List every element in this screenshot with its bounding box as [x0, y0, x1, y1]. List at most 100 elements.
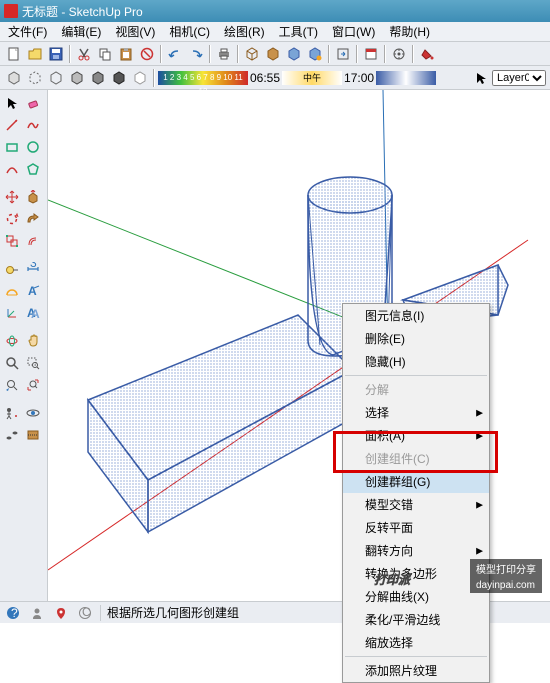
undo-button[interactable] — [165, 44, 185, 64]
style-shaded2-button[interactable] — [67, 68, 87, 88]
user-icon[interactable] — [28, 604, 46, 622]
style-mono-button[interactable] — [109, 68, 129, 88]
position-camera-tool[interactable] — [2, 403, 22, 423]
ctx-zoom-selection[interactable]: 缩放选择 — [343, 631, 489, 654]
text-tool[interactable]: A — [23, 281, 43, 301]
submenu-arrow-icon: ▶ — [476, 499, 483, 510]
select-tool[interactable] — [2, 93, 22, 113]
geo-icon[interactable] — [52, 604, 70, 622]
svg-text:3': 3' — [30, 262, 39, 270]
menu-window[interactable]: 窗口(W) — [326, 21, 381, 42]
model-info-button[interactable] — [242, 44, 262, 64]
component-options-button[interactable] — [305, 44, 325, 64]
zoom-tool[interactable] — [2, 353, 22, 373]
style-shaded-button[interactable] — [4, 68, 24, 88]
rectangle-tool[interactable] — [2, 137, 22, 157]
context-menu: 图元信息(I) 删除(E) 隐藏(H) 分解 选择▶ 面积(A)▶ 创建组件(C… — [342, 303, 490, 683]
component-button[interactable] — [284, 44, 304, 64]
line-tool[interactable] — [2, 115, 22, 135]
layer-dropdown[interactable]: Layer0 — [492, 70, 546, 86]
ctx-area[interactable]: 面积(A)▶ — [343, 424, 489, 447]
scale-tool[interactable] — [2, 231, 22, 251]
ctx-explode-curve[interactable]: 分解曲线(X) — [343, 585, 489, 608]
menu-view[interactable]: 视图(V) — [109, 21, 161, 42]
section-tool[interactable] — [23, 425, 43, 445]
ctx-make-group[interactable]: 创建群组(G) — [343, 470, 489, 493]
svg-text:C: C — [82, 606, 91, 619]
ctx-flip-along[interactable]: 翻转方向▶ — [343, 539, 489, 562]
ctx-delete[interactable]: 删除(E) — [343, 327, 489, 350]
style-wire-button[interactable] — [46, 68, 66, 88]
new-button[interactable] — [4, 44, 24, 64]
look-around-tool[interactable] — [23, 403, 43, 423]
dimension-tool[interactable]: 3' — [23, 259, 43, 279]
print-button[interactable] — [214, 44, 234, 64]
status-separator — [100, 605, 101, 621]
extensions-button[interactable] — [389, 44, 409, 64]
axes-tool[interactable] — [2, 303, 22, 323]
layout-button[interactable] — [361, 44, 381, 64]
ctx-intersect[interactable]: 模型交错▶ — [343, 493, 489, 516]
polygon-tool[interactable] — [23, 159, 43, 179]
shadow-scale[interactable] — [376, 71, 436, 85]
paste-button[interactable] — [116, 44, 136, 64]
noon-scale[interactable]: 中午 — [282, 71, 342, 85]
copy-button[interactable] — [95, 44, 115, 64]
delete-button[interactable] — [137, 44, 157, 64]
pan-tool[interactable] — [23, 331, 43, 351]
style-xray-button[interactable] — [130, 68, 150, 88]
separator — [412, 45, 414, 63]
export-button[interactable] — [333, 44, 353, 64]
menu-file[interactable]: 文件(F) — [2, 21, 53, 42]
pushpull-tool[interactable] — [23, 187, 43, 207]
move-tool[interactable] — [2, 187, 22, 207]
freehand-tool[interactable] — [23, 115, 43, 135]
open-button[interactable] — [25, 44, 45, 64]
ctx-reverse-faces[interactable]: 反转平面 — [343, 516, 489, 539]
menu-tools[interactable]: 工具(T) — [273, 21, 324, 42]
arc-tool[interactable] — [2, 159, 22, 179]
ctx-convert-poly[interactable]: 转换为多边形 — [343, 562, 489, 585]
previous-view-tool[interactable] — [2, 375, 22, 395]
ctx-select[interactable]: 选择▶ — [343, 401, 489, 424]
month-scale[interactable]: 1 2 3 4 5 6 7 8 9 10 11 12 — [158, 71, 248, 85]
walk-tool[interactable] — [2, 425, 22, 445]
style-hidden-button[interactable] — [25, 68, 45, 88]
tape-tool[interactable] — [2, 259, 22, 279]
credit-icon[interactable]: C — [76, 604, 94, 622]
separator — [69, 45, 71, 63]
ctx-entity-info[interactable]: 图元信息(I) — [343, 304, 489, 327]
offset-tool[interactable] — [23, 231, 43, 251]
paint-bucket-button[interactable] — [417, 44, 437, 64]
zoom-window-tool[interactable] — [23, 353, 43, 373]
menu-draw[interactable]: 绘图(R) — [218, 21, 271, 42]
redo-button[interactable] — [186, 44, 206, 64]
menu-camera[interactable]: 相机(C) — [163, 21, 216, 42]
menu-edit[interactable]: 编辑(E) — [55, 21, 107, 42]
circle-tool[interactable] — [23, 137, 43, 157]
separator — [356, 45, 358, 63]
status-hint: 根据所选几何图形创建组 — [107, 604, 239, 621]
help-icon[interactable]: ? — [4, 604, 22, 622]
time-scale: 1 2 3 4 5 6 7 8 9 10 11 12 06:55 中午 17:0… — [158, 71, 436, 85]
titlebar: 无标题 - SketchUp Pro — [0, 0, 550, 22]
rotate-tool[interactable] — [2, 209, 22, 229]
warehouse-button[interactable] — [263, 44, 283, 64]
separator — [153, 69, 155, 87]
protractor-tool[interactable] — [2, 281, 22, 301]
zoom-extents-tool[interactable] — [23, 375, 43, 395]
ctx-hide[interactable]: 隐藏(H) — [343, 350, 489, 373]
submenu-arrow-icon: ▶ — [476, 430, 483, 441]
orbit-tool[interactable] — [2, 331, 22, 351]
style-textured-button[interactable] — [88, 68, 108, 88]
menu-help[interactable]: 帮助(H) — [383, 21, 436, 42]
standard-toolbar — [0, 42, 550, 66]
followme-tool[interactable] — [23, 209, 43, 229]
separator — [237, 45, 239, 63]
3dtext-tool[interactable]: AA — [23, 303, 43, 323]
ctx-add-photo[interactable]: 添加照片纹理 — [343, 659, 489, 682]
eraser-tool[interactable] — [23, 93, 43, 113]
ctx-soften[interactable]: 柔化/平滑边线 — [343, 608, 489, 631]
save-button[interactable] — [46, 44, 66, 64]
cut-button[interactable] — [74, 44, 94, 64]
